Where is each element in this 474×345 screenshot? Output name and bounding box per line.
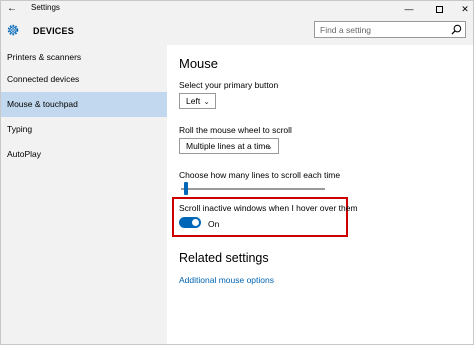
search-input[interactable] bbox=[315, 22, 445, 37]
sidebar-item-autoplay[interactable]: AutoPlay bbox=[1, 142, 167, 167]
page-title: DEVICES bbox=[33, 26, 74, 36]
gear-icon bbox=[7, 24, 19, 36]
primary-button-value: Left bbox=[186, 96, 201, 106]
toggle-knob bbox=[192, 219, 199, 226]
additional-mouse-options-link[interactable]: Additional mouse options bbox=[179, 275, 274, 285]
sidebar-item-connected-devices[interactable]: Connected devices bbox=[1, 67, 167, 92]
settings-window: ← Settings — ✕ DEVICES Printers & scann bbox=[0, 0, 474, 345]
search-icon[interactable] bbox=[451, 24, 462, 35]
scroll-lines-slider-thumb[interactable] bbox=[183, 182, 188, 195]
related-settings-title: Related settings bbox=[179, 251, 269, 265]
search-box[interactable] bbox=[314, 21, 466, 38]
section-title: Mouse bbox=[179, 56, 219, 71]
back-arrow-icon[interactable]: ← bbox=[5, 2, 19, 16]
scroll-lines-slider-track[interactable] bbox=[181, 188, 325, 190]
chevron-down-icon: ⌄ bbox=[203, 97, 210, 106]
scroll-mode-value: Multiple lines at a time bbox=[186, 141, 271, 151]
primary-button-label: Select your primary button bbox=[179, 80, 279, 90]
settings-header: DEVICES bbox=[1, 17, 473, 45]
toggle-state-label: On bbox=[208, 219, 220, 229]
title-bar: ← Settings — ✕ bbox=[1, 1, 473, 17]
window-title: Settings bbox=[31, 3, 60, 12]
sidebar-item-mouse-touchpad[interactable]: Mouse & touchpad bbox=[1, 92, 167, 117]
minimize-icon: — bbox=[404, 4, 414, 14]
chevron-down-icon: ⌄ bbox=[266, 142, 273, 151]
scroll-mode-dropdown[interactable]: Multiple lines at a time ⌄ bbox=[179, 138, 279, 154]
inactive-scroll-toggle[interactable] bbox=[179, 217, 201, 228]
minimize-button[interactable]: — bbox=[395, 1, 423, 17]
sidebar-item-typing[interactable]: Typing bbox=[1, 117, 167, 142]
maximize-button[interactable] bbox=[425, 1, 453, 17]
scroll-lines-label: Choose how many lines to scroll each tim… bbox=[179, 170, 341, 180]
close-icon: ✕ bbox=[461, 3, 469, 14]
inactive-scroll-label: Scroll inactive windows when I hover ove… bbox=[179, 203, 358, 213]
maximize-icon bbox=[435, 5, 443, 13]
primary-button-dropdown[interactable]: Left ⌄ bbox=[179, 93, 216, 109]
scroll-mode-label: Roll the mouse wheel to scroll bbox=[179, 125, 292, 135]
sidebar: Printers & scanners Connected devices Mo… bbox=[1, 45, 167, 344]
main-content: Mouse Select your primary button Left ⌄ … bbox=[167, 45, 473, 344]
close-button[interactable]: ✕ bbox=[451, 1, 474, 17]
